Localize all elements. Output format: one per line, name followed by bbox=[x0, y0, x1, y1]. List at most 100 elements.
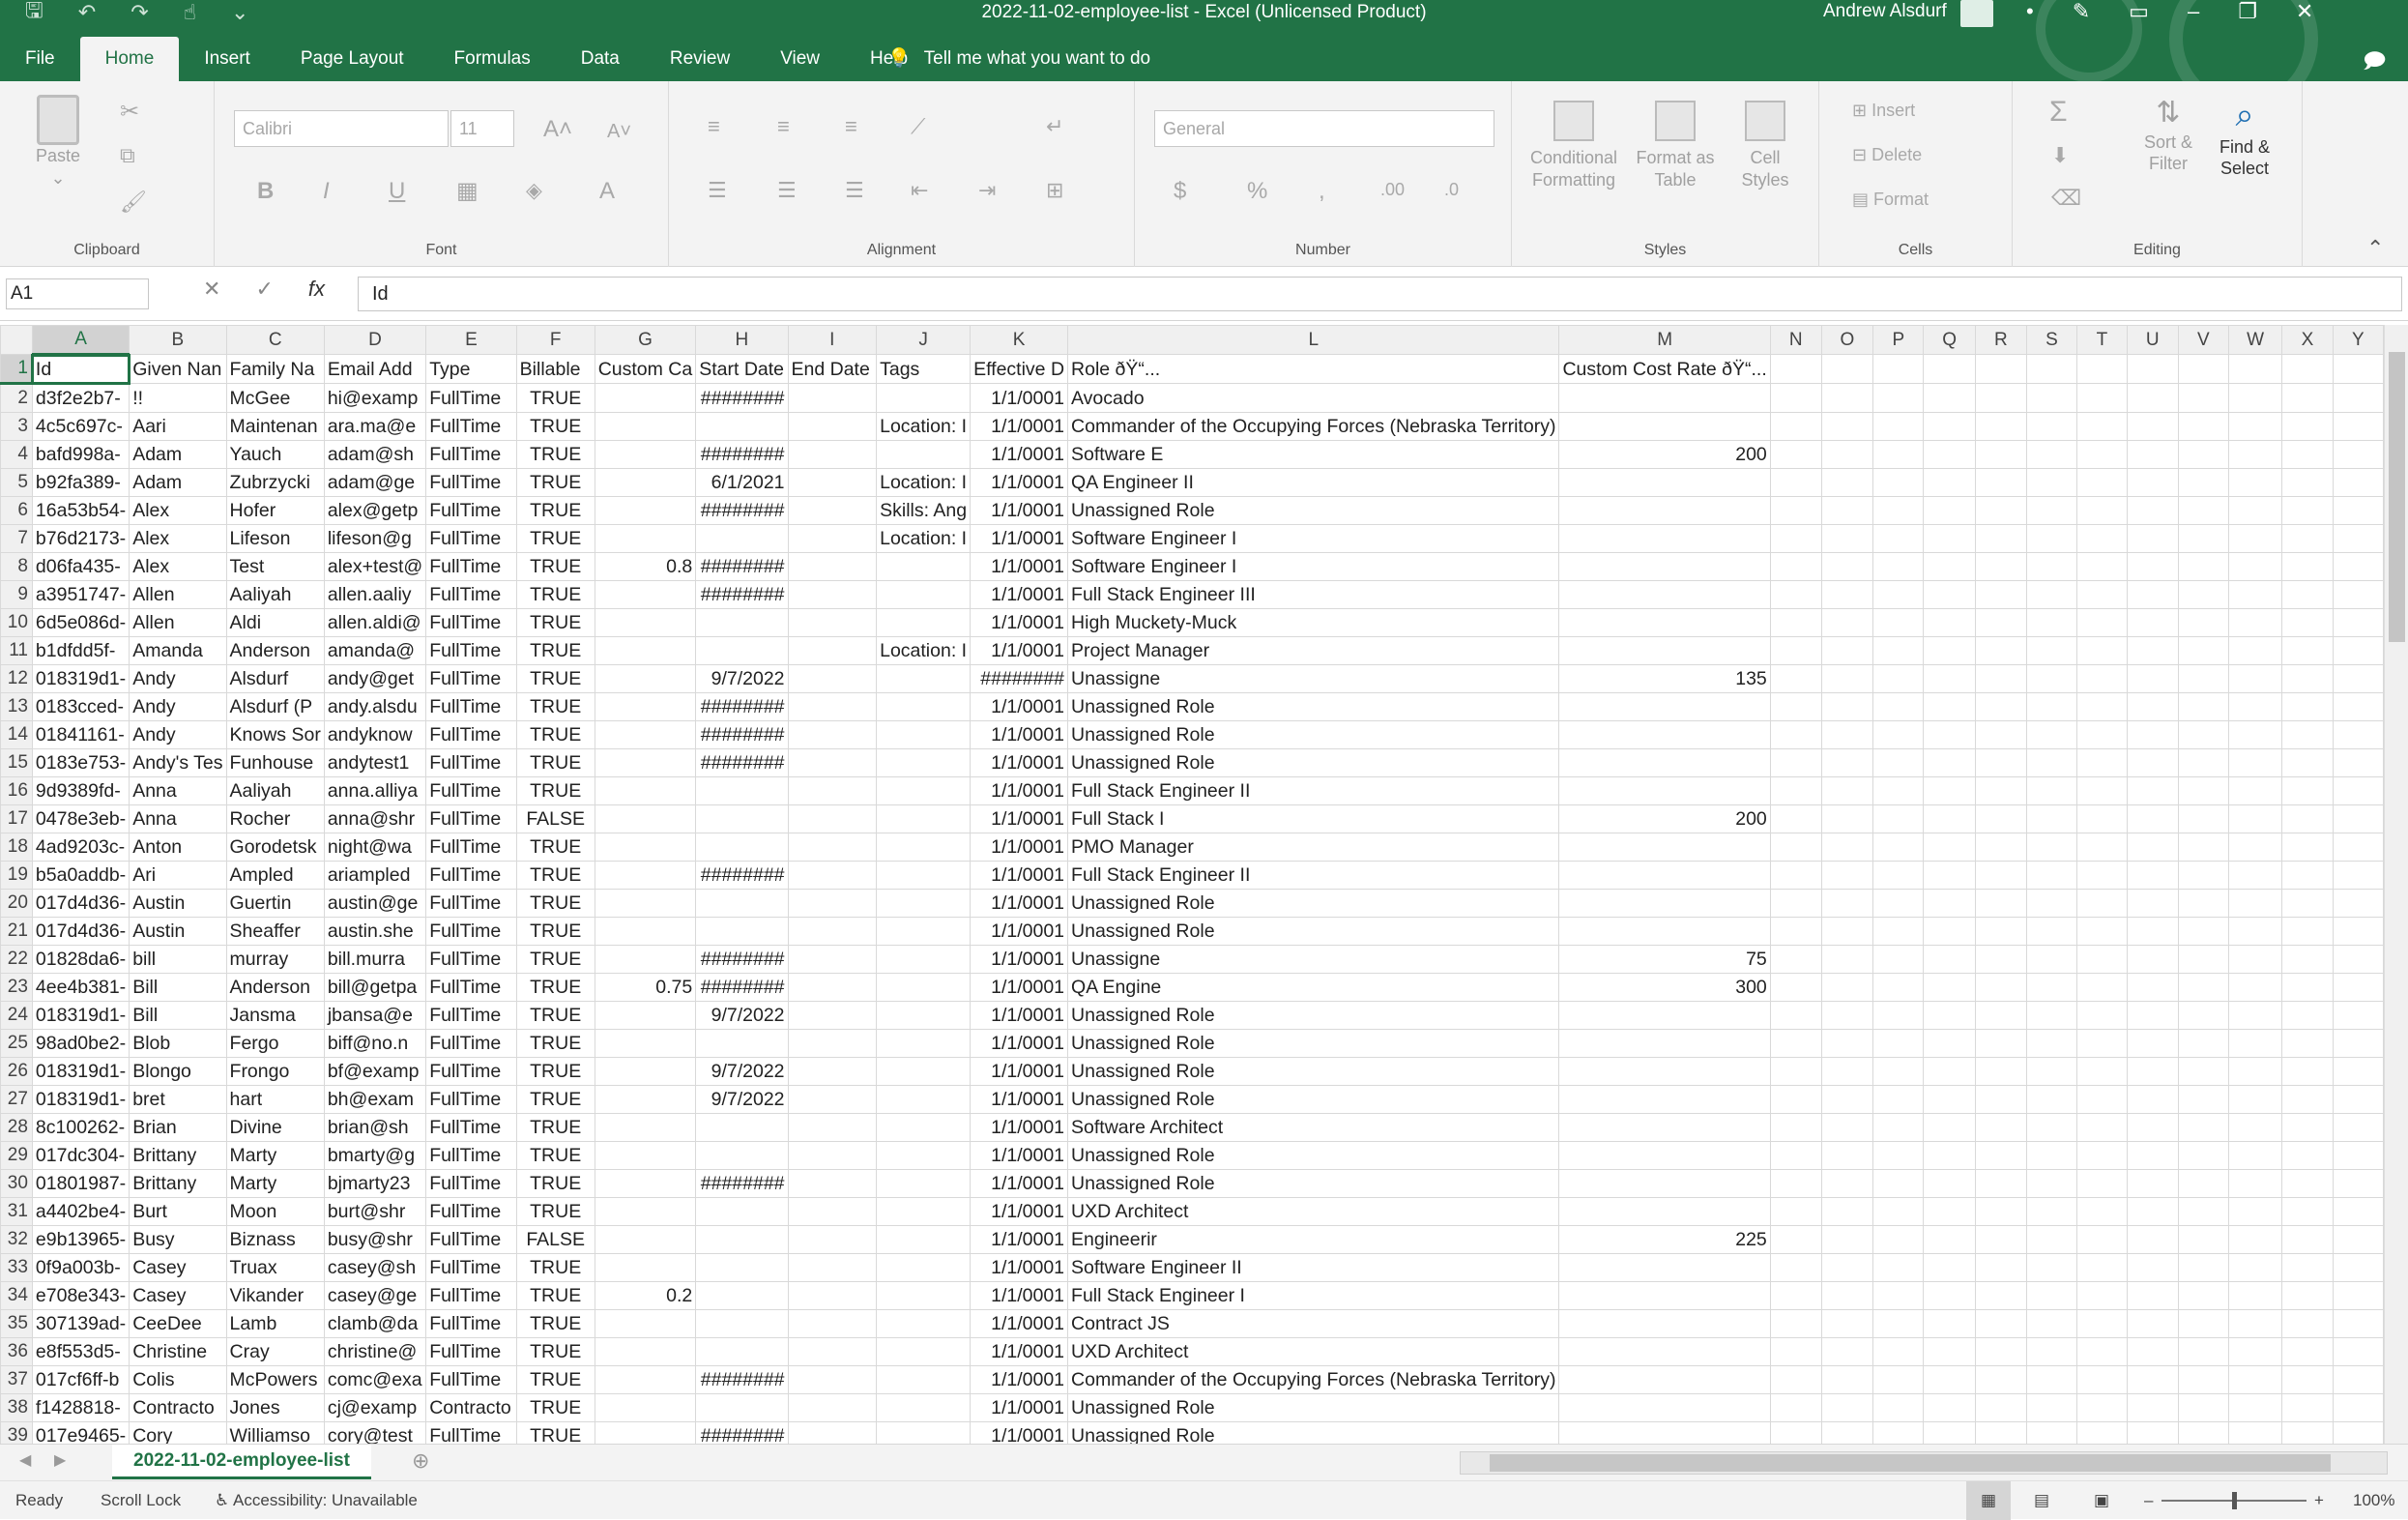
cell-s9[interactable] bbox=[2025, 580, 2078, 609]
cell-o25[interactable] bbox=[1820, 1029, 1874, 1058]
cell-e32[interactable]: FullTime bbox=[425, 1225, 517, 1254]
cell-o26[interactable] bbox=[1820, 1057, 1874, 1086]
cell-o37[interactable] bbox=[1820, 1365, 1874, 1394]
cell-p31[interactable] bbox=[1872, 1197, 1925, 1226]
cell-h37[interactable]: ######## bbox=[695, 1365, 789, 1394]
cell-j35[interactable] bbox=[876, 1309, 972, 1338]
cell-a18[interactable]: 4ad9203c- bbox=[31, 833, 131, 862]
cell-u30[interactable] bbox=[2126, 1169, 2179, 1198]
cell-h3[interactable] bbox=[695, 412, 789, 441]
cell-w20[interactable] bbox=[2227, 889, 2283, 918]
cell-h27[interactable]: 9/7/2022 bbox=[695, 1085, 789, 1114]
cell-u36[interactable] bbox=[2126, 1337, 2179, 1366]
cell-t31[interactable] bbox=[2076, 1197, 2128, 1226]
cell-m3[interactable] bbox=[1558, 412, 1771, 441]
cell-a9[interactable]: a3951747- bbox=[31, 580, 131, 609]
fx-icon[interactable]: fx bbox=[308, 277, 325, 302]
cell-m19[interactable] bbox=[1558, 861, 1771, 890]
cell-c16[interactable]: Aaliyah bbox=[225, 776, 325, 805]
cell-y28[interactable] bbox=[2332, 1113, 2384, 1142]
cell-d28[interactable]: brian@sh bbox=[323, 1113, 427, 1142]
cell-e34[interactable]: FullTime bbox=[425, 1281, 517, 1310]
cell-b19[interactable]: Ari bbox=[129, 861, 227, 890]
cell-k12[interactable]: ######## bbox=[970, 664, 1069, 693]
cell-a17[interactable]: 0478e3eb- bbox=[31, 804, 131, 833]
column-header-a[interactable]: A bbox=[31, 325, 131, 356]
horizontal-scroll-thumb[interactable] bbox=[1490, 1454, 2331, 1472]
cell-m17[interactable]: 200 bbox=[1558, 804, 1771, 833]
tab-formulas[interactable]: Formulas bbox=[429, 37, 556, 81]
cell-r34[interactable] bbox=[1974, 1281, 2027, 1310]
cell-n26[interactable] bbox=[1769, 1057, 1822, 1086]
cell-q24[interactable] bbox=[1923, 1001, 1976, 1030]
cell-q6[interactable] bbox=[1923, 496, 1976, 525]
cell-i3[interactable] bbox=[787, 412, 878, 441]
cell-g26[interactable] bbox=[594, 1057, 697, 1086]
cell-e11[interactable]: FullTime bbox=[425, 636, 517, 665]
avatar[interactable] bbox=[1960, 0, 1993, 27]
cell-q28[interactable] bbox=[1923, 1113, 1976, 1142]
cell-y21[interactable] bbox=[2332, 917, 2384, 946]
cell-y25[interactable] bbox=[2332, 1029, 2384, 1058]
paste-button[interactable]: Paste ⌄ bbox=[27, 95, 89, 189]
cell-o3[interactable] bbox=[1820, 412, 1874, 441]
cell-b12[interactable]: Andy bbox=[129, 664, 227, 693]
cell-w38[interactable] bbox=[2227, 1393, 2283, 1422]
cell-g12[interactable] bbox=[594, 664, 697, 693]
cell-i38[interactable] bbox=[787, 1393, 878, 1422]
cell-l37[interactable]: Commander of the Occupying Forces (Nebra… bbox=[1067, 1365, 1560, 1394]
cell-k2[interactable]: 1/1/0001 bbox=[970, 383, 1069, 413]
cell-c32[interactable]: Biznass bbox=[225, 1225, 325, 1254]
cell-p21[interactable] bbox=[1872, 917, 1925, 946]
cell-u18[interactable] bbox=[2126, 833, 2179, 862]
cell-h2[interactable]: ######## bbox=[695, 383, 789, 413]
cell-g7[interactable] bbox=[594, 524, 697, 553]
cell-p22[interactable] bbox=[1872, 945, 1925, 974]
tab-view[interactable]: View bbox=[755, 37, 845, 81]
cell-d9[interactable]: allen.aaliy bbox=[323, 580, 427, 609]
cell-h28[interactable] bbox=[695, 1113, 789, 1142]
cell-m20[interactable] bbox=[1558, 889, 1771, 918]
cell-f37[interactable]: TRUE bbox=[515, 1365, 595, 1394]
cell-p35[interactable] bbox=[1872, 1309, 1925, 1338]
cell-j27[interactable] bbox=[876, 1085, 972, 1114]
cell-g32[interactable] bbox=[594, 1225, 697, 1254]
cell-c34[interactable]: Vikander bbox=[225, 1281, 325, 1310]
cell-x24[interactable] bbox=[2281, 1001, 2334, 1030]
cell-r33[interactable] bbox=[1974, 1253, 2027, 1282]
cell-c6[interactable]: Hofer bbox=[225, 496, 325, 525]
cell-a39[interactable]: 017e9465- bbox=[31, 1421, 131, 1444]
cell-s16[interactable] bbox=[2025, 776, 2078, 805]
cell-r17[interactable] bbox=[1974, 804, 2027, 833]
cell-r28[interactable] bbox=[1974, 1113, 2027, 1142]
cell-n39[interactable] bbox=[1769, 1421, 1822, 1444]
cell-y22[interactable] bbox=[2332, 945, 2384, 974]
cell-n11[interactable] bbox=[1769, 636, 1822, 665]
cell-r8[interactable] bbox=[1974, 552, 2027, 581]
cell-r3[interactable] bbox=[1974, 412, 2027, 441]
cell-t30[interactable] bbox=[2076, 1169, 2128, 1198]
cell-g22[interactable] bbox=[594, 945, 697, 974]
cell-a14[interactable]: 01841161- bbox=[31, 720, 131, 749]
cell-m9[interactable] bbox=[1558, 580, 1771, 609]
cell-h36[interactable] bbox=[695, 1337, 789, 1366]
align-left-icon[interactable]: ☰ bbox=[708, 178, 727, 203]
cell-j1[interactable]: Tags bbox=[876, 354, 972, 384]
row-header[interactable]: 12 bbox=[0, 664, 33, 693]
cell-x6[interactable] bbox=[2281, 496, 2334, 525]
comma-icon[interactable]: , bbox=[1319, 178, 1325, 206]
cell-c8[interactable]: Test bbox=[225, 552, 325, 581]
cell-b15[interactable]: Andy's Tes bbox=[129, 748, 227, 777]
cell-c20[interactable]: Guertin bbox=[225, 889, 325, 918]
cell-a32[interactable]: e9b13965- bbox=[31, 1225, 131, 1254]
cell-y34[interactable] bbox=[2332, 1281, 2384, 1310]
cell-b26[interactable]: Blongo bbox=[129, 1057, 227, 1086]
cell-u13[interactable] bbox=[2126, 692, 2179, 721]
cell-l24[interactable]: Unassigned Role bbox=[1067, 1001, 1560, 1030]
cell-h8[interactable]: ######## bbox=[695, 552, 789, 581]
font-name-box[interactable]: Calibri bbox=[234, 110, 449, 147]
cell-u37[interactable] bbox=[2126, 1365, 2179, 1394]
cell-p24[interactable] bbox=[1872, 1001, 1925, 1030]
cell-w14[interactable] bbox=[2227, 720, 2283, 749]
cell-a2[interactable]: d3f2e2b7- bbox=[31, 383, 131, 413]
